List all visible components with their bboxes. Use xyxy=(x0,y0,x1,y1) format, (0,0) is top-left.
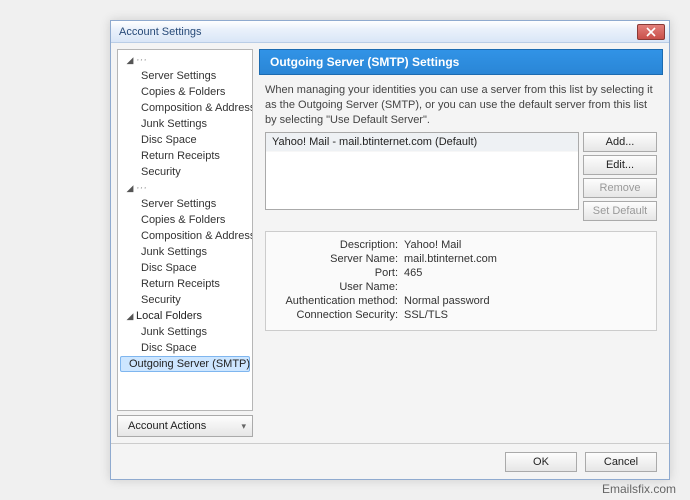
tree-item-return-receipts-2[interactable]: Return Receipts xyxy=(120,276,250,292)
tree-item-local-disc-space[interactable]: Disc Space xyxy=(120,340,250,356)
server-details: Description:Yahoo! Mail Server Name:mail… xyxy=(265,231,657,331)
value-description: Yahoo! Mail xyxy=(404,239,648,251)
tree-item-local-junk[interactable]: Junk Settings xyxy=(120,324,250,340)
value-server-name: mail.btinternet.com xyxy=(404,253,648,265)
tree-item-return-receipts[interactable]: Return Receipts xyxy=(120,148,250,164)
tree-item-composition[interactable]: Composition & Addressing xyxy=(120,100,250,116)
watermark: Emailsfix.com xyxy=(602,482,676,496)
tree-item-disc-space[interactable]: Disc Space xyxy=(120,132,250,148)
close-button[interactable] xyxy=(637,24,665,40)
dialog-footer: OK Cancel xyxy=(111,443,669,479)
label-server-name: Server Name: xyxy=(274,253,404,265)
label-user-name: User Name: xyxy=(274,281,404,293)
tree-item-copies-folders[interactable]: Copies & Folders xyxy=(120,84,250,100)
value-auth-method: Normal password xyxy=(404,295,648,307)
tree-item-disc-space-2[interactable]: Disc Space xyxy=(120,260,250,276)
tree-item-junk[interactable]: Junk Settings xyxy=(120,116,250,132)
cancel-button[interactable]: Cancel xyxy=(585,452,657,472)
account-tree[interactable]: ◢··· Server Settings Copies & Folders Co… xyxy=(117,49,253,411)
edit-button[interactable]: Edit... xyxy=(583,155,657,175)
tree-item-local-folders[interactable]: ◢Local Folders xyxy=(120,308,250,324)
label-port: Port: xyxy=(274,267,404,279)
tree-item-composition-2[interactable]: Composition & Addressing xyxy=(120,228,250,244)
account-settings-dialog: Account Settings ◢··· Server Settings Co… xyxy=(110,20,670,480)
label-auth-method: Authentication method: xyxy=(274,295,404,307)
value-conn-security: SSL/TLS xyxy=(404,309,648,321)
smtp-server-row[interactable]: Yahoo! Mail - mail.btinternet.com (Defau… xyxy=(266,133,578,152)
remove-button[interactable]: Remove xyxy=(583,178,657,198)
tree-item-copies-folders-2[interactable]: Copies & Folders xyxy=(120,212,250,228)
window-title: Account Settings xyxy=(119,26,637,38)
set-default-button[interactable]: Set Default xyxy=(583,201,657,221)
tree-item-outgoing-server[interactable]: Outgoing Server (SMTP) xyxy=(120,356,250,372)
add-button[interactable]: Add... xyxy=(583,132,657,152)
value-user-name xyxy=(404,281,648,293)
ok-button[interactable]: OK xyxy=(505,452,577,472)
value-port: 465 xyxy=(404,267,648,279)
dropdown-arrow-icon: ▾ xyxy=(241,421,246,432)
main-panel: Outgoing Server (SMTP) Settings When man… xyxy=(259,49,663,437)
account-header-2[interactable]: ◢··· xyxy=(120,180,250,196)
close-icon xyxy=(646,27,656,37)
side-panel: ◢··· Server Settings Copies & Folders Co… xyxy=(117,49,253,437)
smtp-server-list[interactable]: Yahoo! Mail - mail.btinternet.com (Defau… xyxy=(265,132,579,210)
account-header-1[interactable]: ◢··· xyxy=(120,52,250,68)
label-conn-security: Connection Security: xyxy=(274,309,404,321)
tree-item-server-settings[interactable]: Server Settings xyxy=(120,68,250,84)
tree-item-security[interactable]: Security xyxy=(120,164,250,180)
tree-item-server-settings-2[interactable]: Server Settings xyxy=(120,196,250,212)
label-description: Description: xyxy=(274,239,404,251)
titlebar: Account Settings xyxy=(111,21,669,43)
tree-item-security-2[interactable]: Security xyxy=(120,292,250,308)
panel-header: Outgoing Server (SMTP) Settings xyxy=(259,49,663,75)
panel-intro: When managing your identities you can us… xyxy=(259,75,663,132)
tree-item-junk-2[interactable]: Junk Settings xyxy=(120,244,250,260)
account-actions-button[interactable]: Account Actions ▾ xyxy=(117,415,253,437)
account-actions-label: Account Actions xyxy=(128,420,206,432)
